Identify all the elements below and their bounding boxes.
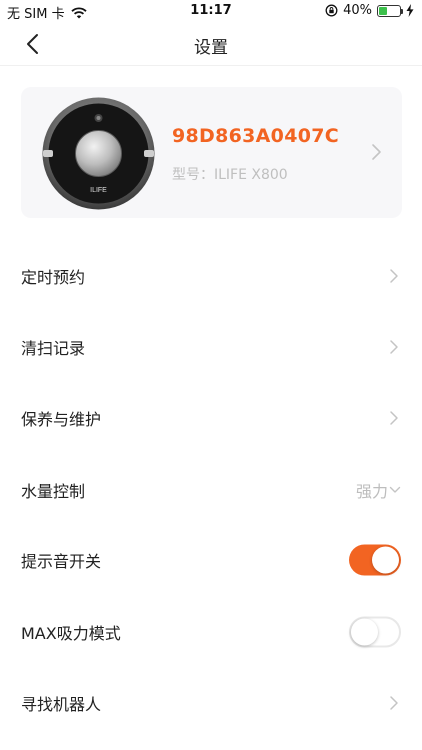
- chevron-down-icon[interactable]: [389, 486, 401, 494]
- setting-cleaning-records[interactable]: 清扫记录: [0, 311, 422, 382]
- battery-fill: [379, 6, 387, 15]
- chevron-right-icon: [390, 410, 398, 425]
- nav-bar: 设置: [0, 22, 422, 66]
- orientation-lock-icon: [325, 4, 338, 17]
- device-card[interactable]: ILIFE 98D863A0407C 型号：ILIFE X800: [21, 87, 402, 218]
- battery-percent: 40%: [343, 3, 372, 18]
- setting-label: MAX吸力模式: [21, 623, 121, 643]
- setting-label: 提示音开关: [21, 551, 102, 571]
- setting-label: 保养与维护: [21, 409, 102, 429]
- chevron-right-icon: [390, 695, 398, 710]
- setting-label: 水量控制: [21, 481, 86, 501]
- chevron-right-icon: [390, 339, 398, 354]
- charging-icon: [406, 4, 414, 17]
- setting-schedule[interactable]: 定时预约: [0, 240, 422, 311]
- robot-brand-label: ILIFE: [90, 187, 107, 194]
- prompt-sound-toggle[interactable]: [349, 544, 401, 575]
- setting-find-robot[interactable]: 寻找机器人: [0, 667, 422, 738]
- toggle-knob: [351, 618, 378, 645]
- chevron-right-icon: [390, 268, 398, 283]
- setting-label: 寻找机器人: [21, 694, 102, 714]
- robot-vacuum-image: ILIFE: [42, 97, 155, 210]
- status-bar: 无 SIM 卡 11:17 40%: [0, 0, 422, 22]
- device-model: 型号：ILIFE X800: [172, 167, 288, 183]
- page-title: 设置: [194, 38, 228, 58]
- water-volume-value[interactable]: 强力: [356, 478, 388, 502]
- device-id: 98D863A0407C: [172, 125, 340, 147]
- max-suction-toggle[interactable]: [349, 616, 401, 647]
- setting-water-volume[interactable]: 水量控制 强力: [0, 454, 422, 525]
- setting-maintenance[interactable]: 保养与维护: [0, 382, 422, 453]
- battery-icon: [377, 4, 403, 17]
- setting-max-suction: MAX吸力模式: [0, 596, 422, 667]
- status-right: 40%: [325, 3, 414, 18]
- toggle-knob: [372, 546, 399, 573]
- setting-label: 定时预约: [21, 267, 86, 287]
- setting-label: 清扫记录: [21, 338, 86, 358]
- setting-prompt-sound: 提示音开关: [0, 524, 422, 595]
- chevron-right-icon: [372, 144, 381, 160]
